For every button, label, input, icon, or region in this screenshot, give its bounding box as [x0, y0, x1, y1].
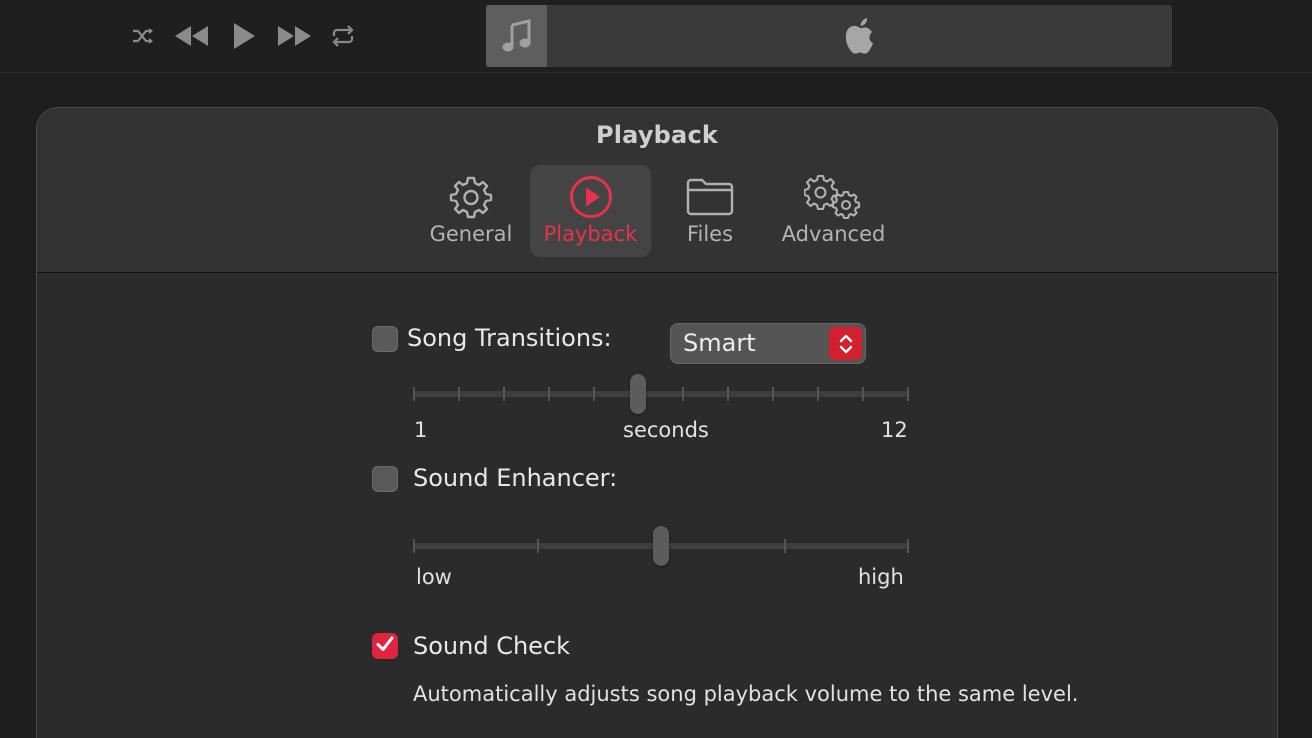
slider-tick [784, 539, 786, 553]
fast-forward-icon[interactable] [274, 20, 314, 52]
song-transitions-checkbox[interactable] [372, 326, 398, 352]
tab-advanced-label: Advanced [781, 222, 886, 246]
slider-tick [537, 539, 539, 553]
slider-tick [548, 387, 550, 401]
now-playing-display[interactable] [486, 5, 1172, 67]
sound-enhancer-checkbox[interactable] [372, 466, 398, 492]
tab-files[interactable]: Files [660, 165, 760, 257]
song-transitions-popup[interactable]: Smart [670, 323, 866, 364]
sound-enhancer-slider[interactable] [413, 526, 909, 566]
enhancer-max-label: high [858, 565, 904, 589]
tab-advanced[interactable]: Advanced [770, 165, 897, 257]
repeat-icon[interactable] [329, 22, 357, 50]
transitions-max-label: 12 [881, 418, 908, 442]
player-toolbar [0, 0, 1312, 73]
gears-icon [770, 173, 897, 221]
tab-general[interactable]: General [415, 165, 527, 257]
preferences-window: Playback General Playback Files Advanced… [36, 107, 1278, 738]
play-circle-icon [530, 173, 651, 221]
chevron-up-down-icon [829, 327, 862, 360]
slider-tick [458, 387, 460, 401]
play-icon[interactable] [228, 18, 260, 54]
song-transitions-label: Song Transitions: [407, 324, 612, 352]
preferences-toolbar: Playback General Playback Files Advanced [37, 108, 1277, 273]
sound-enhancer-label: Sound Enhancer: [413, 464, 618, 492]
slider-tick [862, 387, 864, 401]
sound-check-description: Automatically adjusts song playback volu… [413, 682, 1079, 706]
tab-files-label: Files [686, 222, 734, 246]
rewind-icon[interactable] [172, 20, 212, 52]
shuffle-icon[interactable] [128, 22, 158, 50]
folder-icon [660, 173, 760, 221]
slider-tick [907, 539, 909, 553]
crossfade-seconds-slider[interactable] [413, 374, 909, 414]
window-title: Playback [595, 121, 719, 149]
sound-check-label: Sound Check [413, 632, 571, 660]
slider-tick [772, 387, 774, 401]
apple-logo-icon [844, 17, 876, 55]
tab-playback-label: Playback [543, 222, 638, 246]
transitions-unit-label: seconds [623, 418, 709, 442]
slider-track [413, 391, 909, 397]
slider-tick [593, 387, 595, 401]
checkmark-icon [375, 635, 395, 657]
tab-playback[interactable]: Playback [530, 165, 651, 257]
slider-thumb[interactable] [653, 526, 669, 566]
transitions-min-label: 1 [414, 418, 428, 442]
slider-tick [817, 387, 819, 401]
music-note-icon [486, 5, 547, 67]
slider-thumb[interactable] [630, 374, 646, 414]
slider-tick [727, 387, 729, 401]
enhancer-min-label: low [416, 565, 452, 589]
song-transitions-mode: Smart [683, 329, 756, 357]
tab-general-label: General [429, 222, 513, 246]
slider-tick [503, 387, 505, 401]
slider-tick [413, 387, 415, 401]
slider-tick [413, 539, 415, 553]
slider-tick [682, 387, 684, 401]
sound-check-checkbox[interactable] [372, 633, 398, 659]
slider-tick [907, 387, 909, 401]
music-app: Playback General Playback Files Advanced… [0, 0, 1312, 738]
gear-icon [415, 173, 527, 221]
